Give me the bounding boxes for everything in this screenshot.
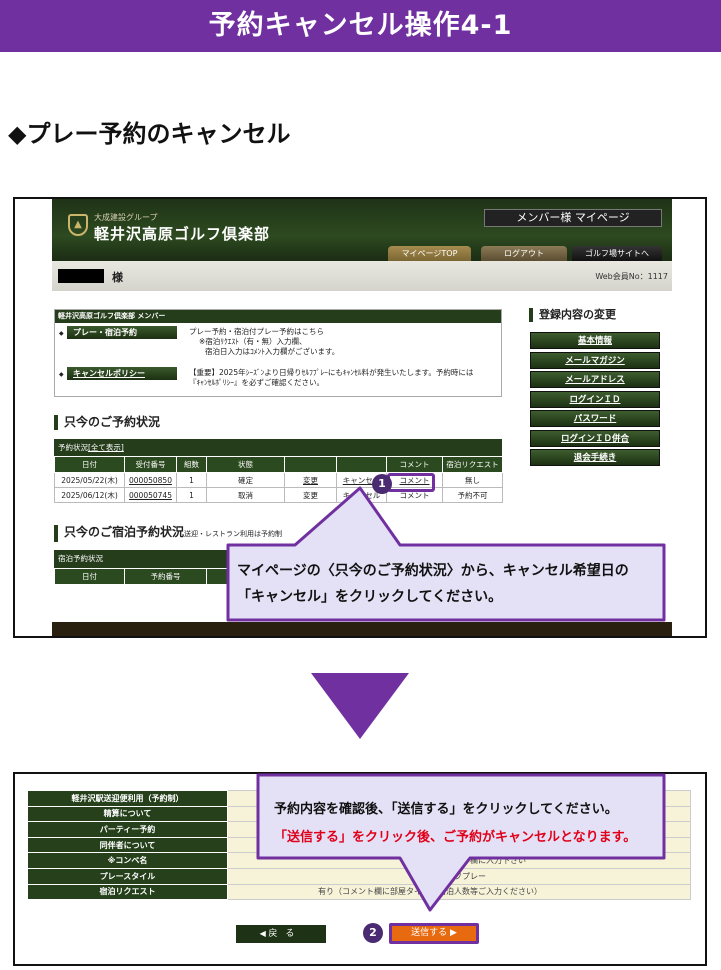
change-link[interactable]: 変更: [284, 487, 337, 503]
stay-heading: 只今のご宿泊予約状況送迎・レストラン利用は予約制: [54, 525, 282, 542]
site-footer: [52, 622, 672, 636]
cell-groups: 1: [176, 472, 207, 488]
registration-heading: 登録内容の変更: [529, 308, 669, 322]
col-status: 状態: [206, 456, 285, 473]
play-desc-line: 宿泊日入力はｺﾒﾝﾄ入力欄がございます。: [205, 347, 340, 356]
cell-date: 2025/06/12(木): [54, 487, 125, 503]
mypage-label: メンバー様 マイページ: [484, 209, 662, 227]
send-button-label: 送信する: [411, 928, 448, 938]
nav-golf-site[interactable]: ゴルフ場サイトへ: [572, 246, 662, 261]
callout2-line1: 予約内容を確認後、「送信する」をクリックしてください。: [274, 802, 618, 817]
group-name: 大成建設グループ: [94, 213, 158, 222]
back-button[interactable]: ◀ 戻る: [236, 925, 326, 943]
user-name-redacted: [58, 269, 104, 283]
form-value: コメント欄に入力下さい: [227, 852, 691, 869]
reg-login-id-button[interactable]: ログインＩＤ: [530, 391, 660, 408]
policy-desc-line: 『ｷｬﾝｾﾙﾎﾟﾘｼｰ』を必ずご確認ください。: [189, 378, 324, 387]
cell-status: 取消: [206, 487, 285, 503]
stay-col-no: 予約番号: [124, 568, 207, 585]
bullet-icon: ◆: [59, 371, 64, 378]
cell-stay-request: 無し: [442, 472, 503, 488]
change-link[interactable]: 変更: [284, 472, 337, 488]
cell-status: 確定: [206, 472, 285, 488]
reservation-table-title: 予約状況[全て表示]: [54, 439, 502, 456]
col-change: [284, 456, 337, 473]
reg-mail-address-button[interactable]: メールアドレス: [530, 371, 660, 388]
stay-heading-text: 只今のご宿泊予約状況: [64, 525, 185, 539]
form-label: 宿泊リクエスト: [27, 883, 228, 901]
reg-login-id-merge-button[interactable]: ログインＩＤ併合: [530, 430, 660, 447]
table-row: プレースタイル セルフプレー: [27, 867, 691, 885]
callout1-line2: 「キャンセル」をクリックしてください。: [237, 589, 503, 605]
down-arrow-icon: [311, 673, 409, 739]
play-description: プレー予約・宿泊付プレー予約はこちら ※宿泊ﾘｸｴｽﾄ（有・無）入力欄、 宿泊日…: [189, 327, 494, 357]
section-heading: ◆プレー予約のキャンセル: [8, 120, 291, 148]
callout1-text: マイページの〈只今のご予約状況〉から、キャンセル希望日の 「キャンセル」をクリッ…: [237, 558, 657, 610]
step2-badge: 2: [363, 923, 383, 943]
form-label: ※コンペ名: [27, 852, 228, 869]
col-groups: 組数: [176, 456, 207, 473]
table-row: 2025/06/12(木) 000050745 1 取消 変更 キャンセル コメ…: [54, 487, 503, 503]
cell-date: 2025/05/22(木): [54, 472, 125, 488]
back-button-label: 戻る: [268, 929, 303, 939]
col-date: 日付: [54, 456, 125, 473]
col-receipt-no: 受付番号: [124, 456, 177, 473]
step1-badge: 1: [372, 474, 392, 494]
reg-basic-info-button[interactable]: 基本情報: [530, 332, 660, 349]
form-value: セルフプレー: [227, 867, 691, 885]
reservation-title-text: 予約状況: [58, 443, 88, 452]
play-reservation-button[interactable]: プレー・宿泊予約: [67, 326, 177, 339]
show-all-link[interactable]: [全て表示]: [88, 443, 124, 452]
cell-receipt-link[interactable]: 000050745: [124, 487, 177, 503]
table-row: ※コンペ名 コメント欄に入力下さい: [27, 852, 691, 869]
reservation-header-row: 日付 受付番号 組数 状態 コメント 宿泊リクエスト: [54, 456, 503, 473]
form-label: 軽井沢駅送迎便利用（予約制）: [27, 790, 228, 807]
callout1-line1: マイページの〈只今のご予約状況〉から、キャンセル希望日の: [237, 563, 629, 579]
reservation-heading: 只今のご予約状況: [54, 415, 160, 430]
col-comment: コメント: [386, 456, 443, 473]
play-desc-line: プレー予約・宿泊付プレー予約はこちら: [189, 327, 324, 336]
member-box-title: 軽井沢高原ゴルフ倶楽部 メンバー: [55, 310, 501, 323]
reg-withdraw-button[interactable]: 退会手続き: [530, 449, 660, 466]
form-label: 精算について: [27, 805, 228, 823]
slide-title: 予約キャンセル操作4-1: [0, 0, 721, 52]
cell-receipt-link[interactable]: 000050850: [124, 472, 177, 488]
nav-mypage-top[interactable]: マイページTOP: [388, 246, 471, 261]
policy-desc-line: 【重要】2025年ｼｰｽﾞﾝより日帰りｾﾙﾌﾌﾟﾚｰにもｷｬﾝｾﾙ料が発生いたし…: [189, 368, 474, 377]
stay-note: 送迎・レストラン利用は予約制: [184, 530, 283, 538]
reservation-grid: 日付 受付番号 組数 状態 コメント 宿泊リクエスト 2025/05/22(木)…: [54, 456, 503, 503]
stay-col-date: 日付: [54, 568, 125, 585]
cancel-highlight: [387, 473, 435, 492]
col-stay-request: 宿泊リクエスト: [442, 456, 503, 473]
play-desc-line: ※宿泊ﾘｸｴｽﾄ（有・無）入力欄、: [199, 337, 307, 346]
callout2-line2: 「送信する」をクリック後、ご予約がキャンセルとなります。: [274, 830, 637, 845]
club-emblem-icon: ▲: [68, 214, 88, 236]
member-box: 軽井沢高原ゴルフ倶楽部 メンバー ◆ プレー・宿泊予約 プレー予約・宿泊付プレー…: [54, 309, 502, 397]
cell-stay-request: 予約不可: [442, 487, 503, 503]
reg-mail-magazine-button[interactable]: メールマガジン: [530, 352, 660, 369]
user-suffix: 様: [112, 271, 123, 284]
form-value: 有り（コメント欄に部屋タイプ・宿泊人数等ご入力ください）: [227, 883, 691, 901]
site-header: ▲ 大成建設グループ 軽井沢高原ゴルフ倶楽部 メンバー様 マイページ マイページ…: [52, 199, 672, 261]
web-member-number: Web会員No：1117: [595, 272, 668, 281]
table-row: 2025/05/22(木) 000050850 1 確定 変更 キャンセル コメ…: [54, 472, 503, 488]
cancel-policy-button[interactable]: キャンセルポリシー: [67, 367, 177, 380]
reg-password-button[interactable]: パスワード: [530, 410, 660, 427]
form-top-strip: [367, 774, 607, 780]
form-label: 同伴者について: [27, 836, 228, 854]
table-row: 宿泊リクエスト 有り（コメント欄に部屋タイプ・宿泊人数等ご入力ください）: [27, 883, 691, 901]
send-arrow-icon: ▶: [449, 928, 457, 938]
form-label: パーティー予約: [27, 821, 228, 838]
col-cancel: [336, 456, 387, 473]
bullet-icon: ◆: [59, 330, 64, 337]
nav-logout[interactable]: ログアウト: [481, 246, 567, 261]
form-label: プレースタイル: [27, 867, 228, 885]
cell-groups: 1: [176, 487, 207, 503]
send-button[interactable]: 送信する ▶: [389, 923, 479, 944]
user-bar: 様 Web会員No：1117: [52, 261, 672, 291]
policy-description: 【重要】2025年ｼｰｽﾞﾝより日帰りｾﾙﾌﾌﾟﾚｰにもｷｬﾝｾﾙ料が発生いたし…: [189, 368, 494, 388]
reservation-table: 予約状況[全て表示] 日付 受付番号 組数 状態 コメント 宿泊リクエスト 20…: [54, 439, 503, 503]
club-name: 軽井沢高原ゴルフ倶楽部: [94, 225, 271, 243]
